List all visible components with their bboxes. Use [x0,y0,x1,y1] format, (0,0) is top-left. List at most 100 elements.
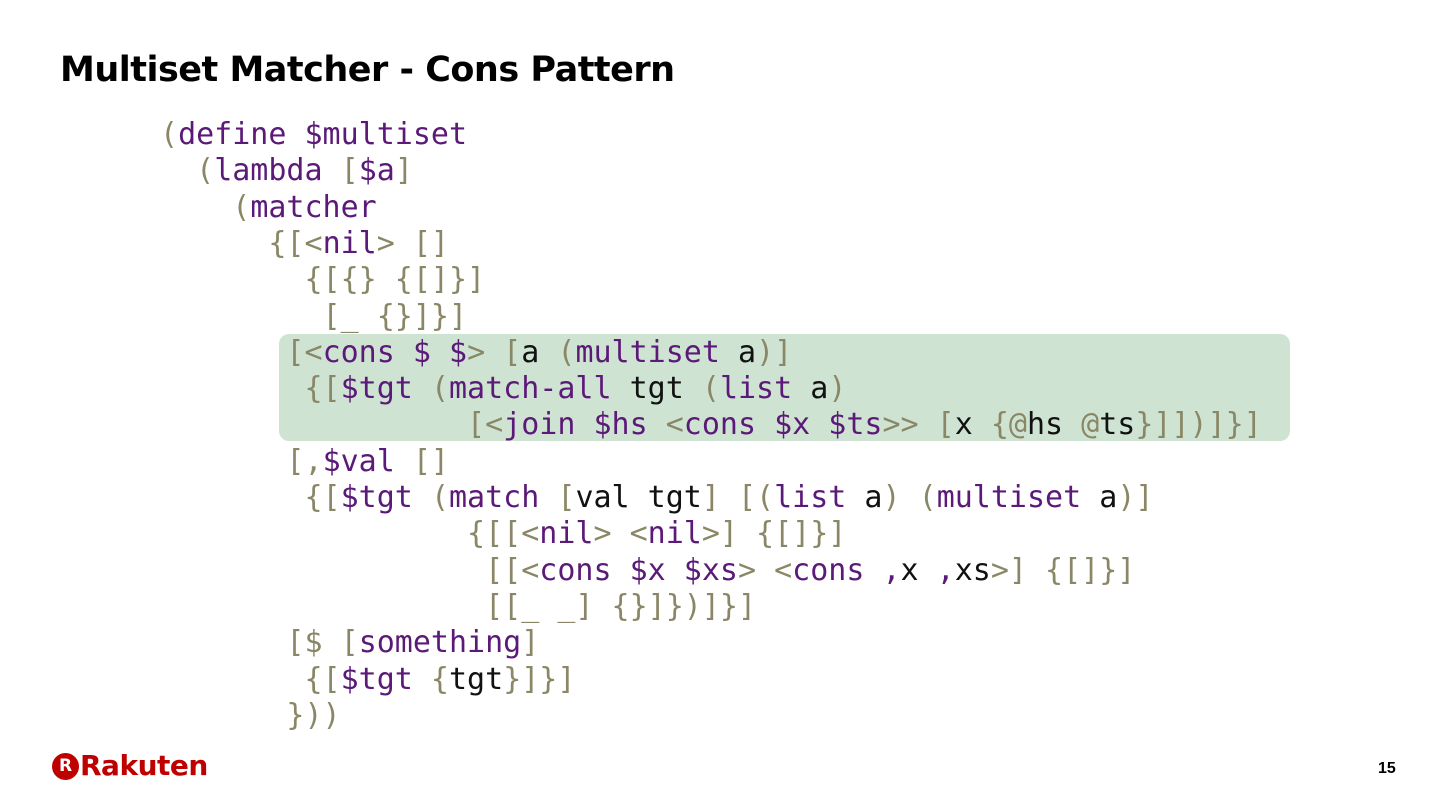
code-token: > [] [376,225,449,261]
code-token: $val [322,443,395,479]
code-token: $ [412,334,431,370]
code-token: [[_ _] {}]})]}] [160,588,757,624]
code-token: x [954,407,991,443]
code-token: >] {[]}] [701,516,847,552]
code-token: cons [683,407,757,443]
code-token: [$ [ [160,625,359,661]
code-token: $xs [683,552,738,588]
code-token: match-all [449,371,612,407]
code-token: x [900,552,937,588]
code-token: > [ [467,334,522,370]
code-token: [< [160,407,504,443]
code-token: a [521,334,558,370]
code-token: nil [539,516,594,552]
code-token: {[ [160,661,341,697]
code-token: matcher [250,189,377,225]
code-token: $a [358,153,395,189]
code-token: })) [160,697,341,733]
code-token: cons [792,552,865,588]
code-token: [ [340,153,359,189]
code-token: ] [394,153,413,189]
code-token: $ts [828,407,883,443]
code-token: hs [1026,407,1082,443]
code-token: > < [737,552,793,588]
code-line: {[<nil> [] [160,226,449,262]
code-token: cons [322,334,395,370]
code-token: $x [774,407,811,443]
code-line: (lambda [$a] [160,153,413,189]
code-line: [<join $hs <cons $x $ts>> [x {@hs @ts}]]… [160,407,1262,443]
code-token: $tgt [340,371,413,407]
code-token: tgt [449,661,504,697]
code-token: a [719,334,757,370]
code-token: $hs [593,407,648,443]
code-line: [[_ _] {}]})]}] [160,589,756,625]
code-token: $x [629,552,666,588]
code-token: < [665,407,684,443]
code-token: [, [160,443,323,479]
code-token: match [449,480,540,515]
code-token: something [358,625,522,661]
code-token: xs [954,552,991,588]
code-token: {[ [160,480,341,515]
code-token: )] [1117,480,1154,515]
code-token: > < [593,516,648,552]
code-token: ts [1099,407,1136,443]
page-number: 15 [1378,760,1396,777]
slide: Multiset Matcher - Cons Pattern (define … [0,0,1440,809]
code-token: [_ {}]}] [160,298,468,334]
code-line: {[$tgt (match-all tgt (list a) [160,371,846,407]
code-token: >> [ [882,407,955,443]
code-line: {[[<nil> <nil>] {[]}] [160,516,846,552]
code-token: val tgt [575,480,702,515]
code-line: (matcher [160,190,377,226]
code-token: multiset [575,334,720,370]
code-token: tgt [611,371,702,407]
code-token: list [719,371,793,407]
code-token: $tgt [340,480,413,515]
code-line: [_ {}]}] [160,298,468,335]
code-token: {[[< [160,516,540,552]
code-token: cons [539,552,612,588]
slide-title: Multiset Matcher - Cons Pattern [60,50,675,90]
code-token: ( [557,334,576,370]
code-token: )] [756,334,793,370]
code-token: multiset [936,480,1082,515]
rakuten-logo-wordmark: Rakuten [80,749,208,782]
code-token: }]}] [503,661,576,697]
code-token: [ [557,480,576,515]
code-line: {[$tgt (match [val tgt] [(list a) (multi… [160,480,1153,516]
code-token: [[< [160,552,540,588]
code-token: ( [430,371,449,407]
code-token: [] [394,443,449,479]
rakuten-logo: R Rakuten [52,750,208,782]
code-token: {[ [160,371,341,407]
code-token: >] {[]}] [990,552,1136,588]
code-line: [$ [something] [160,625,539,661]
code-line: [[<cons $x $xs> <cons ,x ,xs>] {[]}] [160,553,1135,589]
code-token: a [1081,480,1118,515]
code-line: })) [160,697,341,734]
code-token: }]])]}] [1135,407,1262,443]
code-token: ( [430,480,449,515]
code-token: $tgt [340,661,413,697]
code-line: {[{} {[]}] [160,262,485,298]
code-token: , [882,552,901,588]
code-line: {[$tgt {tgt}]}] [160,662,575,698]
code-line: [<cons $ $> [a (multiset a)] [160,335,792,371]
rakuten-logo-badge: R [52,752,79,780]
code-token: $multiset [304,117,468,152]
code-token: a [792,371,829,407]
code-token: @ [1081,407,1100,443]
